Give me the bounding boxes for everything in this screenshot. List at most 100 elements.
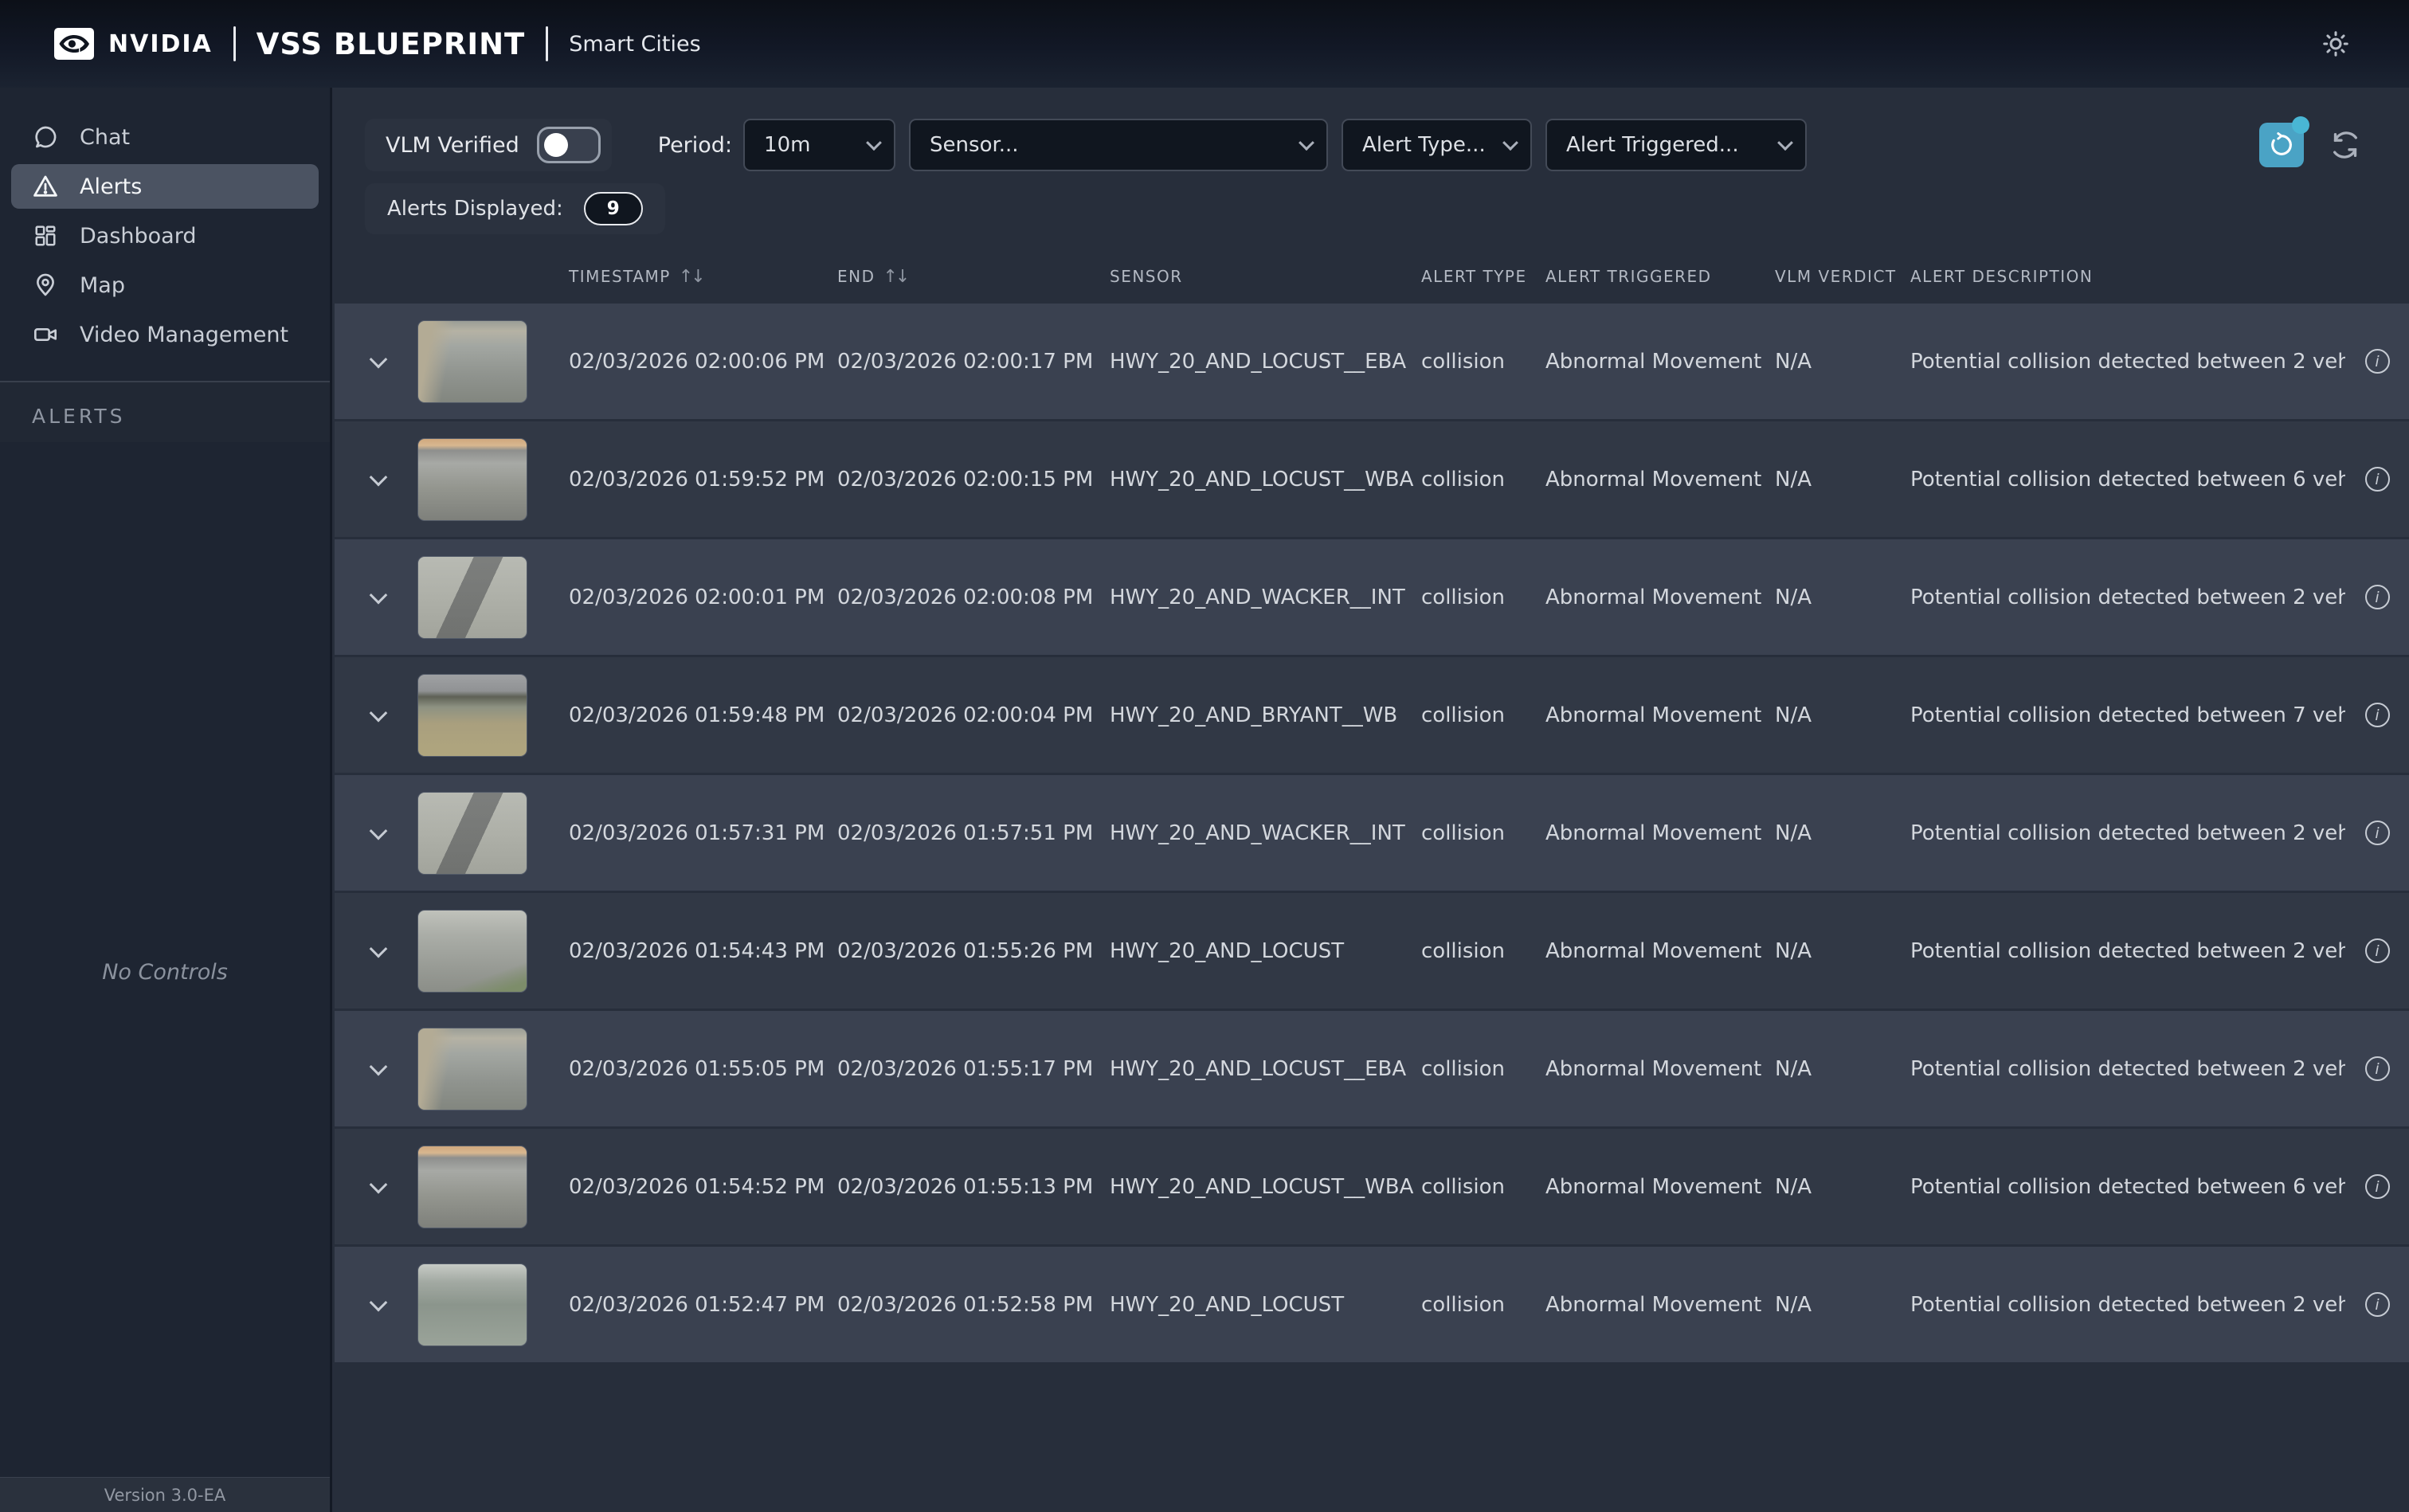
- expand-row-button[interactable]: [358, 1293, 398, 1311]
- end-cell: 02/03/2026 01:52:58 PM: [837, 1292, 1094, 1317]
- alert-row[interactable]: 02/03/2026 01:57:31 PM 02/03/2026 01:57:…: [335, 773, 2409, 891]
- column-label: END: [837, 267, 875, 286]
- table-header: TIMESTAMP ↑↓ END ↑↓ SENSOR ALERT TYPE AL…: [335, 252, 2409, 301]
- alert-thumbnail[interactable]: [417, 673, 527, 757]
- timestamp-cell: 02/03/2026 01:55:05 PM: [569, 1056, 825, 1081]
- column-header-vlm-verdict: VLM VERDICT: [1775, 267, 1897, 286]
- alert-row[interactable]: 02/03/2026 01:59:52 PM 02/03/2026 02:00:…: [335, 419, 2409, 537]
- expand-row-button[interactable]: [358, 586, 398, 604]
- timestamp-cell: 02/03/2026 02:00:01 PM: [569, 585, 825, 609]
- alert-description-cell: Potential collision detected between 6 v…: [1910, 1174, 2345, 1199]
- expand-row-button[interactable]: [358, 1175, 398, 1193]
- sensor-placeholder: Sensor...: [930, 133, 1019, 157]
- vlm-verdict-cell: N/A: [1775, 585, 1812, 609]
- column-header-sensor: SENSOR: [1110, 267, 1183, 286]
- info-icon[interactable]: i: [2364, 938, 2390, 963]
- nvidia-brand: NVIDIA: [54, 28, 213, 60]
- sidebar-item-map[interactable]: Map: [11, 263, 319, 307]
- alert-triggered-cell: Abnormal Movement: [1545, 1292, 1762, 1317]
- alert-description-cell: Potential collision detected between 2 v…: [1910, 1292, 2345, 1317]
- info-icon[interactable]: i: [2364, 349, 2390, 374]
- alert-thumbnail[interactable]: [417, 1263, 527, 1346]
- chevron-down-icon: [369, 586, 388, 604]
- sidebar-item-label: Dashboard: [80, 223, 197, 249]
- alert-triggered-cell: Abnormal Movement: [1545, 703, 1762, 727]
- alert-thumbnail[interactable]: [417, 555, 527, 639]
- alert-type-cell: collision: [1421, 821, 1506, 845]
- column-header-alert-description: ALERT DESCRIPTION: [1910, 267, 2094, 286]
- info-icon[interactable]: i: [2364, 467, 2390, 492]
- alert-thumbnail[interactable]: [417, 791, 527, 875]
- sidebar-item-dashboard[interactable]: Dashboard: [11, 213, 319, 258]
- alert-triggered-placeholder: Alert Triggered...: [1566, 133, 1739, 157]
- expand-row-button[interactable]: [358, 703, 398, 722]
- end-cell: 02/03/2026 02:00:08 PM: [837, 585, 1094, 609]
- chevron-down-icon: [1299, 135, 1314, 151]
- alert-row[interactable]: 02/03/2026 01:52:47 PM 02/03/2026 01:52:…: [335, 1244, 2409, 1362]
- sensor-cell: HWY_20_AND_LOCUST__WBA: [1110, 467, 1414, 492]
- sidebar-item-alerts[interactable]: Alerts: [11, 164, 319, 209]
- theme-toggle-sun-icon[interactable]: [2313, 22, 2358, 66]
- column-header-alert-triggered: ALERT TRIGGERED: [1545, 267, 1712, 286]
- chevron-down-icon: [369, 350, 388, 368]
- vlm-verified-toggle[interactable]: [536, 127, 601, 163]
- vlm-verdict-cell: N/A: [1775, 938, 1812, 963]
- alert-row[interactable]: 02/03/2026 01:54:43 PM 02/03/2026 01:55:…: [335, 891, 2409, 1009]
- alert-row[interactable]: 02/03/2026 01:54:52 PM 02/03/2026 01:55:…: [335, 1126, 2409, 1244]
- end-cell: 02/03/2026 02:00:17 PM: [837, 349, 1094, 374]
- period-select[interactable]: 10m: [743, 119, 896, 171]
- column-header-end[interactable]: END ↑↓: [837, 267, 1110, 287]
- video-camera-icon: [32, 321, 59, 348]
- alert-triggered-cell: Abnormal Movement: [1545, 585, 1762, 609]
- alert-row[interactable]: 02/03/2026 01:59:48 PM 02/03/2026 02:00:…: [335, 655, 2409, 773]
- sidebar-controls-panel: No Controls: [0, 442, 330, 1477]
- alerts-displayed-label: Alerts Displayed:: [387, 197, 563, 221]
- alert-row[interactable]: 02/03/2026 02:00:01 PM 02/03/2026 02:00:…: [335, 537, 2409, 655]
- refresh-button[interactable]: [2326, 126, 2364, 164]
- sensor-select[interactable]: Sensor...: [909, 119, 1329, 171]
- info-icon[interactable]: i: [2364, 1292, 2390, 1317]
- alert-type-select[interactable]: Alert Type...: [1342, 119, 1533, 171]
- grid-icon: [32, 222, 59, 249]
- version-label: Version 3.0-EA: [0, 1477, 330, 1512]
- end-cell: 02/03/2026 01:55:26 PM: [837, 938, 1094, 963]
- info-icon[interactable]: i: [2364, 585, 2390, 609]
- chevron-down-icon: [1502, 135, 1518, 151]
- alert-row[interactable]: 02/03/2026 01:55:05 PM 02/03/2026 01:55:…: [335, 1009, 2409, 1126]
- expand-row-button[interactable]: [358, 468, 398, 486]
- alert-description-cell: Potential collision detected between 6 v…: [1910, 467, 2345, 492]
- chevron-down-icon: [369, 821, 388, 840]
- alert-thumbnail[interactable]: [417, 319, 527, 403]
- vlm-verified-control: VLM Verified: [365, 119, 612, 171]
- info-icon[interactable]: i: [2364, 821, 2390, 845]
- sidebar-item-video-management[interactable]: Video Management: [11, 312, 319, 357]
- alert-description-cell: Potential collision detected between 2 v…: [1910, 1056, 2345, 1081]
- app-title: VSS BLUEPRINT: [256, 26, 526, 61]
- auto-refresh-button[interactable]: [2259, 116, 2309, 167]
- expand-row-button[interactable]: [358, 939, 398, 958]
- alert-thumbnail[interactable]: [417, 1145, 527, 1228]
- chevron-down-icon: [369, 939, 388, 958]
- expand-row-button[interactable]: [358, 1057, 398, 1075]
- info-icon[interactable]: i: [2364, 703, 2390, 727]
- alert-thumbnail[interactable]: [417, 437, 527, 521]
- info-icon[interactable]: i: [2364, 1056, 2390, 1081]
- alert-thumbnail[interactable]: [417, 909, 527, 993]
- info-icon[interactable]: i: [2364, 1174, 2390, 1199]
- vlm-verdict-cell: N/A: [1775, 1056, 1812, 1081]
- alert-row[interactable]: 02/03/2026 02:00:06 PM 02/03/2026 02:00:…: [335, 301, 2409, 419]
- timestamp-cell: 02/03/2026 01:54:52 PM: [569, 1174, 825, 1199]
- expand-row-button[interactable]: [358, 350, 398, 368]
- sensor-cell: HWY_20_AND_WACKER__INT: [1110, 821, 1405, 845]
- column-header-timestamp[interactable]: TIMESTAMP ↑↓: [569, 267, 837, 287]
- column-header-alert-type: ALERT TYPE: [1421, 267, 1527, 286]
- timestamp-cell: 02/03/2026 01:59:52 PM: [569, 467, 825, 492]
- alert-triggered-select[interactable]: Alert Triggered...: [1545, 119, 1808, 171]
- expand-row-button[interactable]: [358, 821, 398, 840]
- nvidia-eye-icon: [54, 28, 94, 60]
- sidebar-item-chat[interactable]: Chat: [11, 115, 319, 159]
- alert-thumbnail[interactable]: [417, 1027, 527, 1110]
- chevron-down-icon: [369, 1293, 388, 1311]
- top-app-bar: NVIDIA VSS BLUEPRINT Smart Cities: [0, 0, 2409, 88]
- alert-description-cell: Potential collision detected between 2 v…: [1910, 349, 2345, 374]
